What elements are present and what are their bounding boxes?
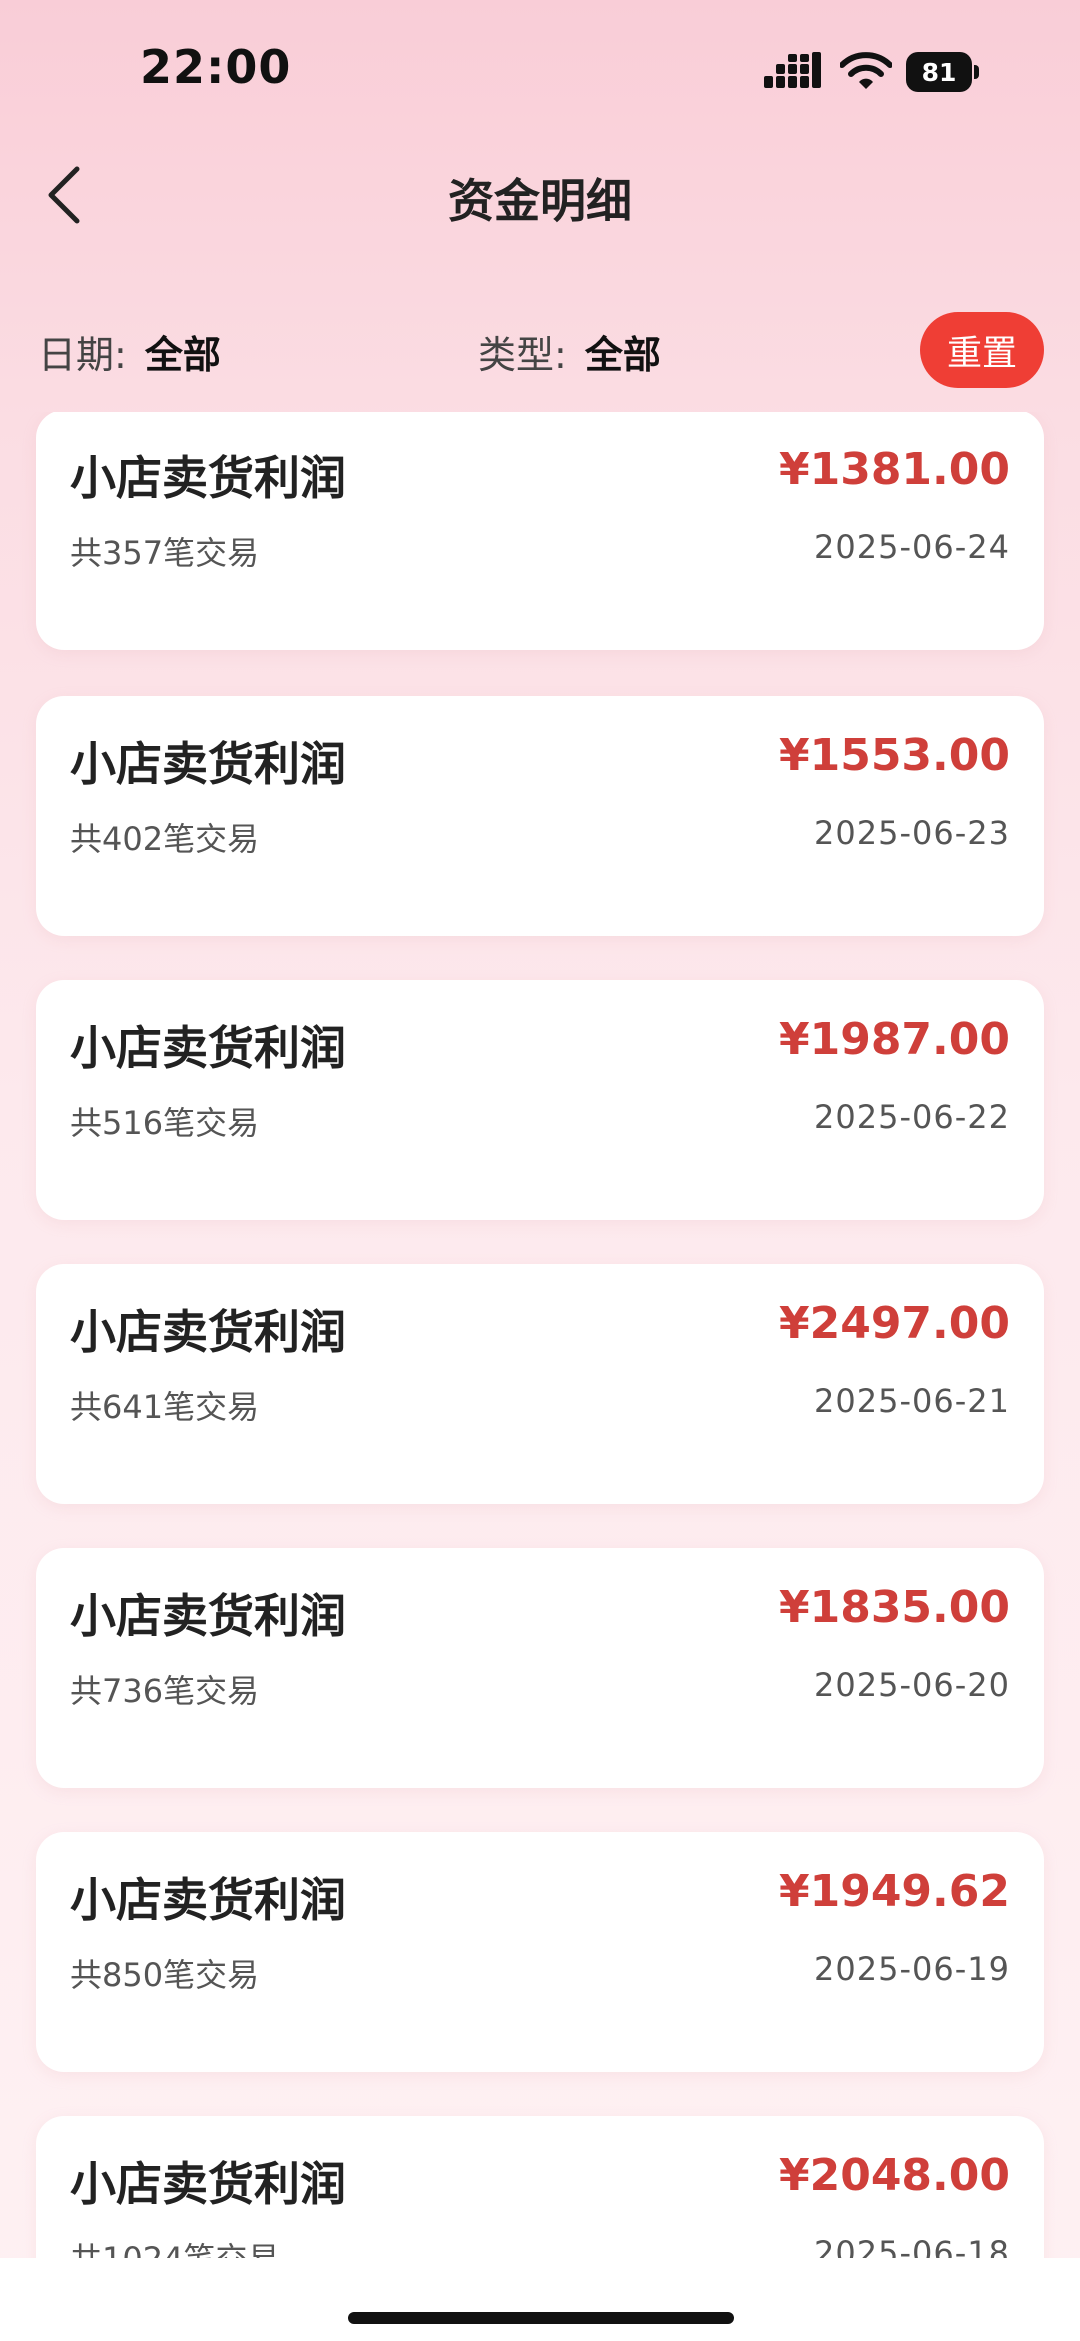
date-filter[interactable]: 日期: 全部 (38, 324, 221, 379)
record-amount: ¥1553.00 (778, 730, 1010, 781)
record-count: 共516笔交易 (70, 1104, 260, 1142)
record-count: 共402笔交易 (70, 820, 260, 858)
battery-icon: 81 (906, 52, 979, 92)
status-time: 22:00 (140, 40, 292, 94)
record-card[interactable]: 小店卖货利润 共357笔交易 ¥1381.00 2025-06-24 (36, 412, 1044, 650)
type-filter-label: 类型: (478, 333, 567, 377)
record-amount: ¥2048.00 (778, 2150, 1010, 2201)
record-amount: ¥1987.00 (778, 1014, 1010, 1065)
home-indicator[interactable] (348, 2312, 734, 2324)
record-amount: ¥1949.62 (778, 1866, 1010, 1917)
cellular-signal-icon (764, 52, 821, 88)
record-card[interactable]: 小店卖货利润 共736笔交易 ¥1835.00 2025-06-20 (36, 1548, 1044, 1788)
record-card[interactable]: 小店卖货利润 共1024笔交易 ¥2048.00 2025-06-18 (36, 2116, 1044, 2258)
record-date: 2025-06-23 (814, 814, 1010, 852)
record-count: 共850笔交易 (70, 1956, 260, 1994)
record-date: 2025-06-18 (814, 2234, 1010, 2258)
record-count: 共736笔交易 (70, 1672, 260, 1710)
record-date: 2025-06-21 (814, 1382, 1010, 1420)
record-amount: ¥1381.00 (778, 444, 1010, 495)
record-title: 小店卖货利润 (70, 1305, 346, 1359)
record-title: 小店卖货利润 (70, 1589, 346, 1643)
record-title: 小店卖货利润 (70, 1873, 346, 1927)
record-amount: ¥1835.00 (778, 1582, 1010, 1633)
record-title: 小店卖货利润 (70, 451, 346, 505)
type-filter-value[interactable]: 全部 (585, 324, 661, 379)
wifi-icon (840, 52, 892, 89)
page-title: 资金明细 (448, 174, 632, 228)
record-date: 2025-06-20 (814, 1666, 1010, 1704)
record-card[interactable]: 小店卖货利润 共402笔交易 ¥1553.00 2025-06-23 (36, 696, 1044, 936)
date-filter-value[interactable]: 全部 (145, 324, 221, 379)
date-filter-label: 日期: (38, 333, 127, 377)
battery-level: 81 (906, 52, 972, 92)
record-count: 共357笔交易 (70, 534, 260, 572)
record-card[interactable]: 小店卖货利润 共850笔交易 ¥1949.62 2025-06-19 (36, 1832, 1044, 2072)
record-amount: ¥2497.00 (778, 1298, 1010, 1349)
record-title: 小店卖货利润 (70, 1021, 346, 1075)
record-date: 2025-06-19 (814, 1950, 1010, 1988)
filter-row: 日期: 全部 类型: 全部 重置 (0, 312, 1080, 392)
type-filter[interactable]: 类型: 全部 (478, 324, 661, 379)
reset-button[interactable]: 重置 (920, 312, 1044, 388)
record-title: 小店卖货利润 (70, 2157, 346, 2211)
record-date: 2025-06-22 (814, 1098, 1010, 1136)
record-count: 共1024笔交易 (70, 2234, 279, 2258)
record-card[interactable]: 小店卖货利润 共641笔交易 ¥2497.00 2025-06-21 (36, 1264, 1044, 1504)
record-date: 2025-06-24 (814, 528, 1010, 566)
record-count: 共641笔交易 (70, 1388, 260, 1426)
status-bar: 22:00 81 (0, 0, 1080, 140)
home-indicator-area (0, 2258, 1080, 2341)
record-title: 小店卖货利润 (70, 737, 346, 791)
record-card[interactable]: 小店卖货利润 共516笔交易 ¥1987.00 2025-06-22 (36, 980, 1044, 1220)
record-list[interactable]: 小店卖货利润 共357笔交易 ¥1381.00 2025-06-24 小店卖货利… (0, 412, 1080, 2258)
